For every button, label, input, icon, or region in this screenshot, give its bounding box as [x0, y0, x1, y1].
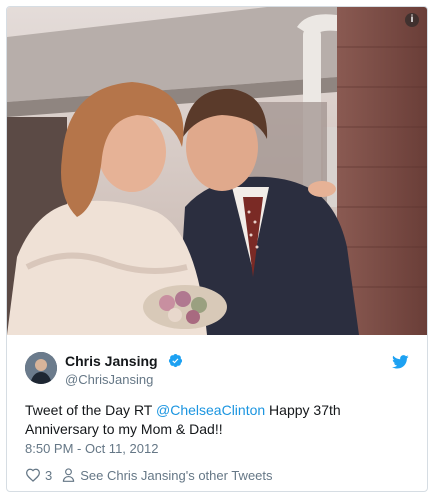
author-handle[interactable]: @ChrisJansing	[65, 372, 153, 387]
wedding-photo-illustration	[7, 7, 427, 335]
avatar[interactable]	[25, 352, 57, 384]
info-icon[interactable]: i	[405, 13, 419, 27]
person-icon	[63, 468, 75, 482]
twitter-bird-icon[interactable]	[392, 355, 409, 369]
other-tweets-link[interactable]: See Chris Jansing's other Tweets	[80, 468, 272, 483]
tweet-text-prefix: Tweet of the Day RT	[25, 402, 156, 418]
tweet-timestamp[interactable]: 8:50 PM - Oct 11, 2012	[25, 441, 158, 456]
verified-badge-icon	[168, 353, 183, 368]
avatar-image	[25, 352, 57, 384]
embedded-tweet-card: i Chris Jansing @ChrisJansing Tweet of t…	[6, 6, 428, 492]
author-name[interactable]: Chris Jansing	[65, 353, 158, 369]
mention-link[interactable]: @ChelseaClinton	[156, 402, 265, 418]
heart-icon[interactable]	[25, 468, 41, 482]
tweet-body: Chris Jansing @ChrisJansing Tweet of the…	[7, 335, 427, 491]
like-count[interactable]: 3	[45, 468, 52, 483]
tweet-actions: 3 See Chris Jansing's other Tweets	[25, 467, 273, 483]
tweet-text: Tweet of the Day RT @ChelseaClinton Happ…	[25, 401, 405, 439]
tweet-photo[interactable]: i	[7, 7, 427, 335]
